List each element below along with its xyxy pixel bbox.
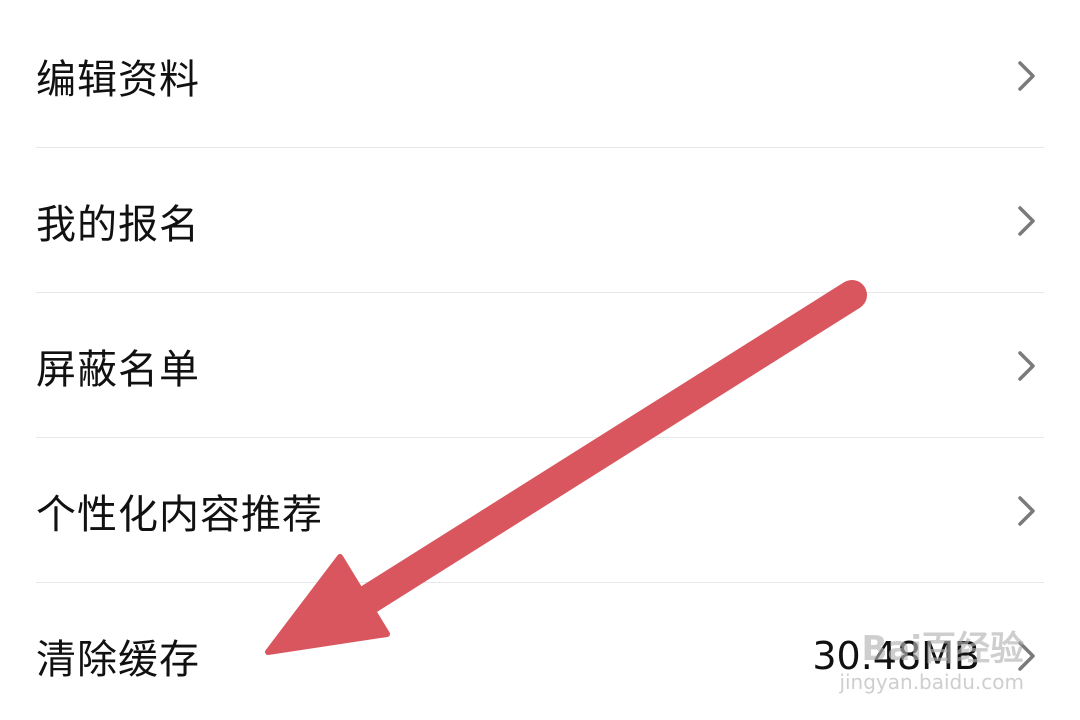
settings-item-label: 屏蔽名单 bbox=[36, 346, 200, 393]
settings-item-personalized-recommendations[interactable]: 个性化内容推荐 bbox=[0, 438, 1080, 583]
settings-item-label: 个性化内容推荐 bbox=[36, 491, 323, 538]
settings-item-my-registrations[interactable]: 我的报名 bbox=[0, 148, 1080, 293]
settings-item-label: 我的报名 bbox=[36, 201, 200, 248]
watermark-logo: Bai百经验 jingyan.baidu.com bbox=[839, 632, 1024, 692]
settings-item-edit-profile[interactable]: 编辑资料 bbox=[0, 3, 1080, 148]
chevron-right-icon bbox=[1018, 205, 1035, 236]
settings-list: 编辑资料 我的报名 屏蔽名单 个性化内容推荐 清除缓存 30.48MB bbox=[0, 0, 1080, 720]
watermark-url: jingyan.baidu.com bbox=[839, 670, 1024, 694]
settings-item-label: 清除缓存 bbox=[36, 636, 200, 683]
watermark-text: Bai百经验 bbox=[861, 629, 1024, 669]
chevron-right-icon bbox=[1018, 350, 1035, 381]
settings-item-label: 编辑资料 bbox=[36, 56, 200, 103]
chevron-right-icon bbox=[1018, 495, 1035, 526]
chevron-right-icon bbox=[1018, 60, 1035, 91]
settings-item-block-list[interactable]: 屏蔽名单 bbox=[0, 293, 1080, 438]
